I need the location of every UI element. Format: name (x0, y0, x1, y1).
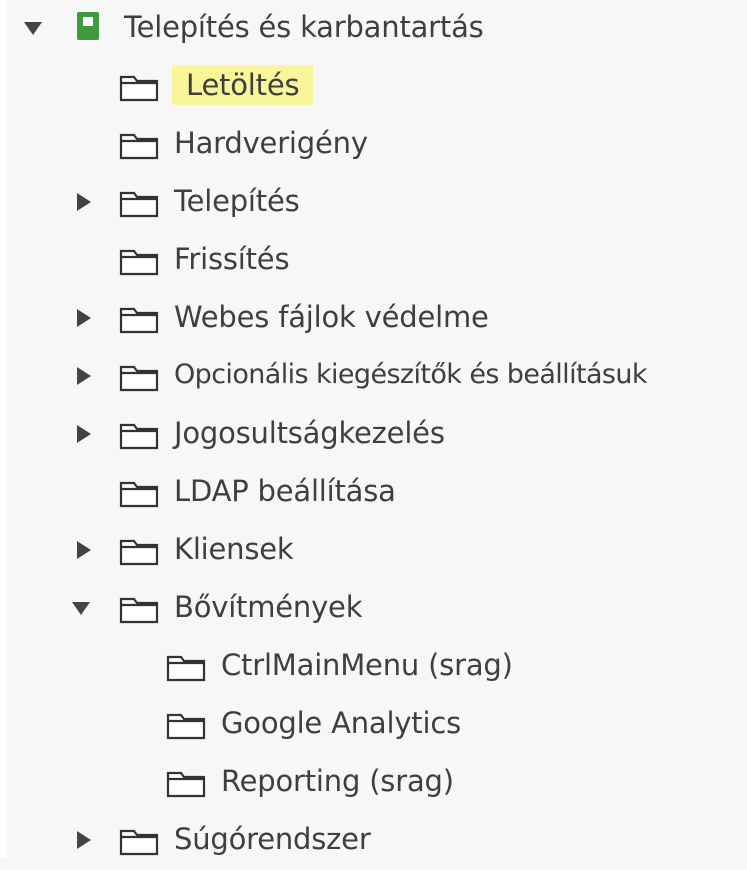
tree-root-label[interactable]: Telepítés és karbantartás (124, 7, 484, 47)
folder-icon (119, 133, 159, 160)
folder-icon (119, 307, 159, 334)
tree-item-label[interactable]: Webes fájlok védelme (174, 297, 489, 337)
caret-down-icon[interactable] (70, 597, 92, 619)
tree-item-label[interactable]: Opcionális kiegészítők és beállításuk (174, 355, 648, 395)
tree-item-kliensek[interactable]: Kliensek (0, 522, 747, 580)
tree-item-webes-fajlok[interactable]: Webes fájlok védelme (0, 290, 747, 348)
folder-icon (119, 481, 159, 508)
folder-icon (166, 771, 206, 798)
book-icon (77, 12, 99, 40)
tree-item-telepites[interactable]: Telepítés (0, 174, 747, 232)
caret-right-icon[interactable] (73, 539, 95, 561)
folder-icon (119, 423, 159, 450)
tree-item-label[interactable]: Reporting (srag) (221, 761, 454, 801)
caret-right-icon[interactable] (73, 307, 95, 329)
tree-item-label[interactable]: Kliensek (174, 529, 294, 569)
tree-item-label[interactable]: Hardverigény (174, 123, 368, 163)
folder-icon (119, 365, 159, 392)
tree-item-frissites[interactable]: Frissítés (0, 232, 747, 290)
folder-icon (119, 75, 159, 102)
caret-right-icon[interactable] (73, 423, 95, 445)
folder-icon (166, 655, 206, 682)
tree-item-label[interactable]: Bővítmények (174, 587, 362, 627)
tree-child-google-analytics[interactable]: Google Analytics (0, 696, 747, 754)
tree-root-row[interactable]: Telepítés és karbantartás (0, 0, 747, 58)
navigation-tree: Telepítés és karbantartás Letöltés Hardv… (0, 0, 747, 858)
caret-down-icon[interactable] (22, 17, 44, 39)
caret-right-icon[interactable] (73, 829, 95, 851)
tree-item-label[interactable]: Frissítés (174, 239, 290, 279)
tree-item-sugorendszer[interactable]: Súgórendszer (0, 812, 747, 870)
tree-item-label[interactable]: LDAP beállítása (174, 471, 396, 511)
caret-right-icon[interactable] (73, 365, 95, 387)
folder-icon (119, 191, 159, 218)
tree-item-label[interactable]: CtrlMainMenu (srag) (221, 645, 513, 685)
tree-item-bovitmenyek[interactable]: Bővítmények (0, 580, 747, 638)
tree-item-hardverigeny[interactable]: Hardverigény (0, 116, 747, 174)
folder-icon (119, 829, 159, 856)
tree-item-jogosultsag[interactable]: Jogosultságkezelés (0, 406, 747, 464)
tree-item-ldap[interactable]: LDAP beállítása (0, 464, 747, 522)
tree-child-reporting[interactable]: Reporting (srag) (0, 754, 747, 812)
folder-icon (119, 597, 159, 624)
tree-item-opcionalis[interactable]: Opcionális kiegészítők és beállításuk (0, 348, 747, 406)
folder-icon (166, 713, 206, 740)
tree-child-ctrlmainmenu[interactable]: CtrlMainMenu (srag) (0, 638, 747, 696)
tree-item-label[interactable]: Jogosultságkezelés (174, 413, 445, 453)
folder-icon (119, 539, 159, 566)
tree-item-label[interactable]: Google Analytics (221, 703, 461, 743)
tree-item-letoltes[interactable]: Letöltés (0, 58, 747, 116)
tree-item-label[interactable]: Súgórendszer (174, 819, 371, 859)
tree-item-label[interactable]: Telepítés (174, 181, 300, 221)
caret-right-icon[interactable] (73, 191, 95, 213)
folder-icon (119, 249, 159, 276)
tree-item-label[interactable]: Letöltés (172, 65, 314, 105)
